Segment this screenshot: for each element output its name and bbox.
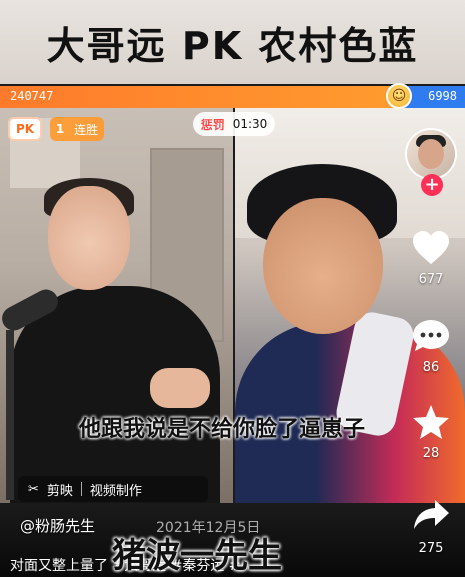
penalty-timer: 惩罚 01:30 (193, 112, 275, 136)
share-arrow-icon (411, 495, 451, 535)
like-button[interactable]: 677 (397, 228, 465, 287)
star-icon (411, 402, 451, 442)
like-count: 677 (418, 272, 444, 287)
video-frame[interactable]: 大哥远 PK 农村色蓝 240747 6998 ☺ PK 1 连胜 惩罚 01:… (0, 0, 465, 577)
capcut-watermark: ✂ 剪映 视频制作 (18, 476, 208, 502)
follow-plus-icon[interactable]: + (421, 174, 443, 196)
streak-label: 连胜 (74, 122, 99, 137)
capcut-logo-icon: ✂ (28, 481, 39, 497)
streak-badge: 1 连胜 (50, 117, 104, 141)
left-team-bar: 240747 (0, 86, 395, 108)
capcut-app-name: 剪映 (46, 483, 73, 499)
pk-score-bar: 240747 6998 ☺ (0, 83, 465, 109)
speech-subtitle: 他跟我说是不给你脸了逼崽子 (78, 417, 365, 442)
favorite-button[interactable]: 28 (397, 402, 465, 461)
favorite-count: 28 (422, 446, 440, 461)
left-streamer-face (48, 186, 130, 290)
title-text: 大哥远 PK 农村色蓝 (46, 23, 419, 68)
capcut-label: 视频制作 (89, 483, 142, 499)
comment-count: 86 (422, 360, 440, 375)
microphone-stand (6, 330, 14, 500)
timer-label: 惩罚 (200, 117, 225, 132)
emoji-face-icon: ☺ (386, 83, 412, 109)
watermark-divider (80, 482, 82, 496)
title-banner: 大哥远 PK 农村色蓝 (0, 0, 465, 84)
right-team-score: 6998 (428, 89, 457, 103)
left-team-score: 240747 (10, 89, 54, 103)
pk-streak-overlay: PK 1 连胜 (8, 114, 158, 144)
avatar[interactable] (407, 130, 455, 178)
streak-number: 1 (55, 122, 65, 136)
right-streamer-face (263, 198, 383, 334)
timer-time: 01:30 (232, 117, 268, 131)
share-button[interactable]: 275 (397, 495, 465, 575)
comment-bubble-icon (411, 316, 451, 356)
author-handle[interactable]: @粉肠先生 (20, 515, 95, 536)
share-count: 275 (418, 541, 444, 556)
pk-badge: PK (8, 117, 42, 141)
large-caption: 猪波一先生 (112, 536, 282, 576)
left-stream[interactable] (0, 108, 233, 503)
heart-icon (411, 228, 451, 268)
comment-button[interactable]: 86 (397, 316, 465, 375)
left-streamer-hand (150, 368, 210, 408)
avatar-face (418, 139, 444, 169)
